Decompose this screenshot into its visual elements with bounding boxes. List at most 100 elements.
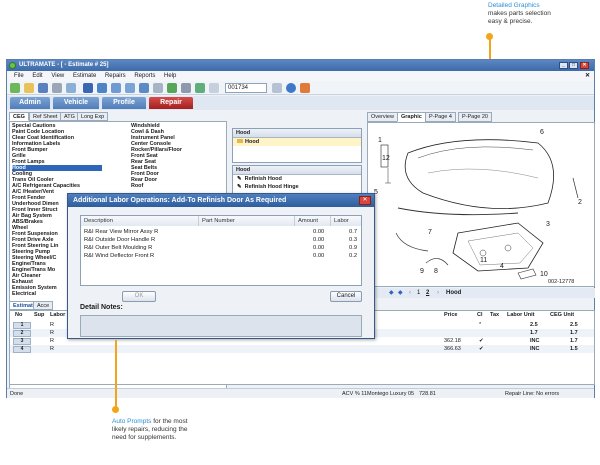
page-1-link[interactable]: 1 xyxy=(417,288,420,298)
ok-button[interactable]: OK xyxy=(122,291,156,302)
menu-edit[interactable]: Edit xyxy=(32,73,42,79)
ceg-unit-cell: 1.7 xyxy=(570,338,578,344)
labor-unit-cell: INC xyxy=(530,338,540,344)
nav-first-icon[interactable]: ◆ xyxy=(389,288,394,298)
labor-operations-table: Description Part Number Amount Labor R&I… xyxy=(80,215,362,286)
labor-operation-row[interactable]: R&I Outside Door Handle R 0.00 0.3 xyxy=(81,236,361,244)
help-icon[interactable] xyxy=(286,83,296,93)
operation-refinish-hood-hinge[interactable]: ✎ Refinish Hood Hinge xyxy=(233,183,361,191)
callout-number: 1 xyxy=(378,137,382,144)
menu-file[interactable]: File xyxy=(14,73,24,79)
hood-operations-panel: Hood ✎ Refinish Hood ✎ Refinish Hood Hinge xyxy=(232,165,362,195)
labor-operation-row[interactable]: R&I Rear View Mirror Assy R 0.00 0.7 xyxy=(81,228,361,236)
subtab-ceg[interactable]: CEG xyxy=(9,112,29,121)
tools-icon[interactable] xyxy=(300,83,310,93)
line-number-button[interactable]: 4 xyxy=(13,346,31,353)
operation-description: R&I Outside Door Handle R xyxy=(84,237,156,243)
image-icon[interactable] xyxy=(195,83,205,93)
open-folder-icon[interactable] xyxy=(24,83,34,93)
nav-back-icon[interactable]: ‹ xyxy=(409,288,411,298)
table-row[interactable]: 4 R 366.63 ✔ INC 1.5 xyxy=(10,345,594,353)
refresh-icon[interactable] xyxy=(272,83,282,93)
subtab-long-exp[interactable]: Long Exp xyxy=(77,112,109,121)
prompts-callout-title: Auto Prompts xyxy=(112,418,152,425)
columns-icon[interactable] xyxy=(139,83,149,93)
operation-labor: 0.9 xyxy=(349,245,358,251)
nav-forward-icon[interactable]: › xyxy=(437,288,439,298)
nav-tabs: Admin Vehicle Profile Repair xyxy=(7,96,594,110)
detail-notes-box[interactable] xyxy=(80,315,362,337)
maximize-button[interactable]: □ xyxy=(569,62,578,69)
status-left: Done xyxy=(10,391,24,397)
tab-vehicle[interactable]: Vehicle xyxy=(53,97,99,109)
grid-icon[interactable] xyxy=(111,83,121,93)
sup-cell: R xyxy=(50,322,54,328)
message-icon[interactable] xyxy=(209,83,219,93)
export-icon[interactable] xyxy=(66,83,76,93)
dialog-title: Additional Labor Operations: Add-To Refi… xyxy=(68,194,374,207)
labor-operation-row[interactable]: R&I Outer Belt Moulding R 0.00 0.9 xyxy=(81,244,361,252)
close-window-button[interactable]: ✕ xyxy=(580,62,589,69)
tab-admin[interactable]: Admin xyxy=(10,97,50,109)
col-ceg-unit: CEG Unit xyxy=(550,312,575,318)
tab-overview[interactable]: Overview xyxy=(367,112,398,122)
hood-parts-graphic[interactable]: 1 6 12 5 2 7 3 11 4 9 8 10 002-12778 xyxy=(367,122,595,287)
callout-number: 8 xyxy=(434,268,438,275)
category-item[interactable]: Electrical xyxy=(12,291,36,297)
tab-graphic[interactable]: Graphic xyxy=(397,112,426,122)
menu-repairs[interactable]: Repairs xyxy=(105,73,126,79)
callout-number: 9 xyxy=(420,268,424,275)
prompts-callout-line0: Auto Prompts for the most xyxy=(112,418,232,426)
labor-operations-dialog: Additional Labor Operations: Add-To Refi… xyxy=(67,193,375,339)
operation-amount: 0.00 xyxy=(313,253,325,259)
hood-panel-header: Hood xyxy=(233,129,361,138)
tab-repair[interactable]: Repair xyxy=(149,97,193,109)
minimize-button[interactable]: _ xyxy=(559,62,568,69)
nav-prev-icon[interactable]: ◆ xyxy=(398,288,403,298)
operation-amount: 0.00 xyxy=(313,237,325,243)
labor-operation-row[interactable]: R&I Wind Deflector Front R 0.00 0.2 xyxy=(81,252,361,260)
search-icon[interactable] xyxy=(153,83,163,93)
line-number-button[interactable]: 3 xyxy=(13,338,31,345)
dialog-close-button[interactable]: ✕ xyxy=(359,196,371,205)
prompts-callout-line2: need for supplements. xyxy=(112,434,177,441)
labor-unit-cell: 1.7 xyxy=(530,330,538,336)
operation-refinish-hood[interactable]: ✎ Refinish Hood xyxy=(233,175,361,183)
line-number-button[interactable]: 1 xyxy=(13,322,31,329)
graphic-section-label: Hood xyxy=(446,290,462,296)
list-icon[interactable] xyxy=(125,83,135,93)
menu-reports[interactable]: Reports xyxy=(134,73,155,79)
hood-folder-item[interactable]: Hood xyxy=(233,138,361,146)
subtab-ref-sheet[interactable]: Ref Sheet xyxy=(29,112,62,121)
operation-description: R&I Outer Belt Moulding R xyxy=(84,245,153,251)
book-icon[interactable] xyxy=(83,83,93,93)
print-icon[interactable] xyxy=(52,83,62,93)
menu-estimate[interactable]: Estimate xyxy=(73,73,96,79)
cl-cell: ✔ xyxy=(479,338,484,344)
menu-help[interactable]: Help xyxy=(164,73,176,79)
new-estimate-icon[interactable] xyxy=(10,83,20,93)
calculator-icon[interactable] xyxy=(181,83,191,93)
line-number-button[interactable]: 2 xyxy=(13,330,31,337)
ceg-unit-cell: 2.5 xyxy=(570,322,578,328)
graphic-tabs: Overview Graphic P-Page 4 P-Page 20 xyxy=(367,112,595,122)
chart-icon[interactable] xyxy=(167,83,177,93)
graphics-callout: Detailed Graphics makes parts selection … xyxy=(488,2,598,26)
category-item[interactable]: Roof xyxy=(131,183,143,189)
parts-icon[interactable] xyxy=(97,83,107,93)
cancel-button[interactable]: Cancel xyxy=(330,291,362,302)
operation-amount: 0.00 xyxy=(313,229,325,235)
menu-bar: File Edit View Estimate Repairs Reports … xyxy=(7,71,594,81)
tab-ppage-4[interactable]: P-Page 4 xyxy=(425,112,456,122)
col-price: Price xyxy=(444,312,458,318)
mdi-close-icon[interactable]: ✕ xyxy=(585,71,590,81)
operation-label: Refinish Hood Hinge xyxy=(244,184,299,190)
page-2-link[interactable]: 2 xyxy=(426,288,429,298)
callout-number: 11 xyxy=(480,257,488,264)
tab-ppage-20[interactable]: P-Page 20 xyxy=(458,112,492,122)
tab-profile[interactable]: Profile xyxy=(102,97,146,109)
menu-view[interactable]: View xyxy=(51,73,64,79)
estimate-number-field[interactable]: 001734 xyxy=(225,83,267,93)
save-icon[interactable] xyxy=(38,83,48,93)
tab-accessories[interactable]: Acce xyxy=(33,301,54,310)
